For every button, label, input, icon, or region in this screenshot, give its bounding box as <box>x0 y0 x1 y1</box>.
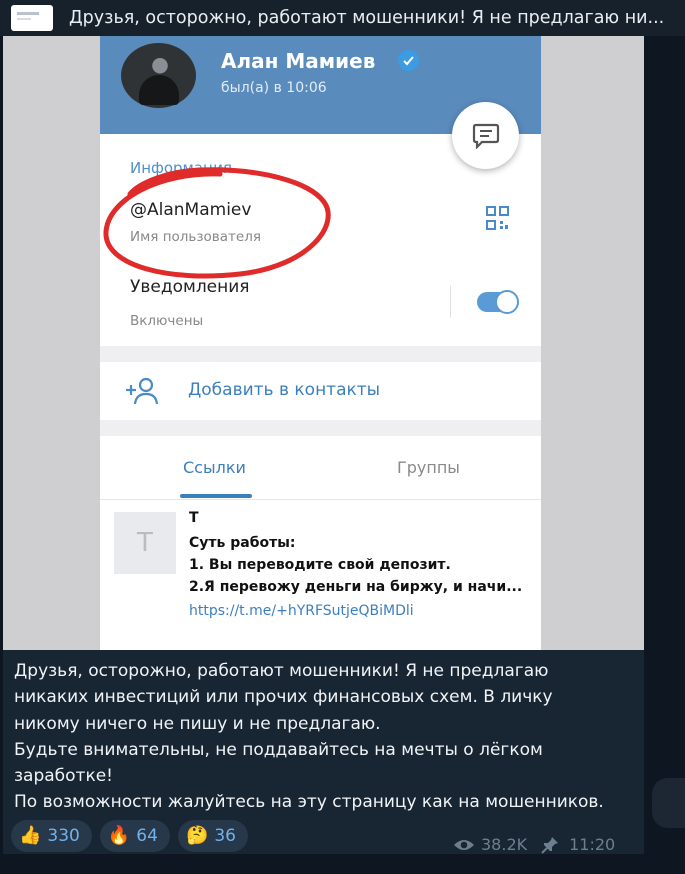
caption-line: заработке! <box>14 766 113 787</box>
tab-links: Ссылки <box>183 458 246 477</box>
chat-button <box>452 102 519 169</box>
verified-icon <box>398 50 419 71</box>
post-caption: Друзья, осторожно, работают мошенники! Я… <box>14 658 634 816</box>
caption-line: никому ничего не пишу и не предлагаю. <box>14 713 381 734</box>
caption-line: Будьте внимательны, не поддавайтесь на м… <box>14 739 543 760</box>
add-contact-row: Добавить в контакты <box>100 362 541 420</box>
notifications-title: Уведомления <box>130 277 250 297</box>
notifications-state: Включены <box>130 313 204 329</box>
qr-code-icon <box>486 206 509 230</box>
add-user-icon <box>126 377 158 405</box>
reaction-count: 330 <box>47 826 80 846</box>
username: @AlanMamiev <box>130 200 252 220</box>
fire-icon: 🔥 <box>107 825 131 846</box>
post-photo[interactable]: Алан Мамиев был(а) в 10:06 Информация @A… <box>3 36 644 650</box>
thinking-face-icon: 🤔 <box>185 825 209 846</box>
add-contact-label: Добавить в контакты <box>188 380 381 400</box>
view-count: 38.2K <box>481 835 528 854</box>
post-meta: 38.2K 11:20 <box>453 835 615 854</box>
link-title: T <box>189 510 199 526</box>
profile-screenshot: Алан Мамиев был(а) в 10:06 Информация @A… <box>100 36 541 650</box>
link-thumbnail: T <box>114 512 176 574</box>
link-url: https://t.me/+hYRFSutjeQBiMDli <box>189 603 414 619</box>
pinned-thumbnail <box>11 5 53 31</box>
reactions-bar: 👍 330 🔥 64 🤔 36 <box>11 820 248 854</box>
tab-indicator <box>180 494 252 498</box>
reaction-count: 36 <box>214 826 236 846</box>
pinned-message-bar[interactable]: Друзья, осторожно, работают мошенники! Я… <box>0 0 685 36</box>
divider <box>450 286 451 318</box>
link-text-line: 2.Я перевожу деньги на биржу, и начи... <box>189 579 523 595</box>
reaction-thumbs-up[interactable]: 👍 330 <box>11 820 92 852</box>
caption-line: Друзья, осторожно, работают мошенники! Я… <box>14 661 549 681</box>
section-gap <box>100 346 541 362</box>
reaction-thinking[interactable]: 🤔 36 <box>177 820 248 852</box>
caption-line: По возможности жалуйтесь на эту страницу… <box>14 792 604 813</box>
username-label: Имя пользователя <box>130 229 261 245</box>
notifications-toggle <box>477 290 519 314</box>
channel-post: Алан Мамиев был(а) в 10:06 Информация @A… <box>3 36 644 854</box>
eye-icon <box>454 839 474 850</box>
caption-line: никаких инвестиций или прочих финансовых… <box>14 687 553 708</box>
chat-icon <box>472 123 499 149</box>
pinned-text: Друзья, осторожно, работают мошенники! Я… <box>69 8 665 28</box>
link-text-line: 1. Вы переводите свой депозит. <box>189 557 451 573</box>
pin-icon <box>541 836 559 854</box>
thumbs-up-icon: 👍 <box>19 825 42 846</box>
reaction-fire[interactable]: 🔥 64 <box>99 820 170 852</box>
media-tabs: Ссылки Группы <box>100 436 541 500</box>
avatar <box>121 43 196 108</box>
profile-name: Алан Мамиев <box>221 49 376 73</box>
last-seen: был(а) в 10:06 <box>221 80 327 96</box>
post-time: 11:20 <box>569 835 616 854</box>
link-text-line: Суть работы: <box>189 535 296 551</box>
section-gap <box>100 420 541 436</box>
share-button[interactable] <box>652 778 685 828</box>
tab-groups: Группы <box>397 458 460 477</box>
reaction-count: 64 <box>136 826 158 846</box>
info-section-title: Информация <box>130 159 233 177</box>
